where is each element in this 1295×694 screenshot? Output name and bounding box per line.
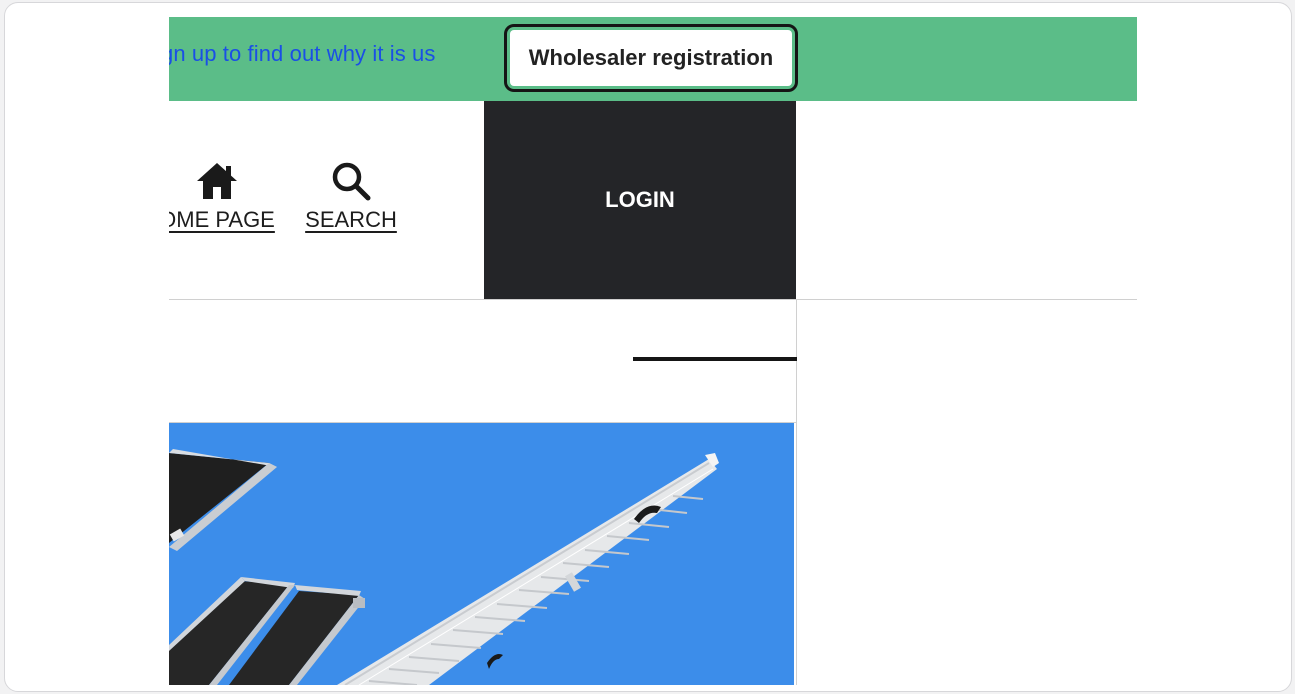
ramp-bottom-left [169, 577, 365, 685]
promo-bar: gn up to find out why it is us Wholesale… [169, 17, 1137, 101]
browser-frame: gn up to find out why it is us Wholesale… [4, 2, 1292, 692]
nav-search[interactable]: SEARCH [301, 159, 401, 233]
login-button[interactable]: LOGIN [484, 101, 796, 299]
wholesaler-registration-label: Wholesaler registration [510, 30, 792, 86]
home-icon [197, 163, 237, 199]
wholesaler-registration-button[interactable]: Wholesaler registration [504, 24, 798, 92]
ramp-top-left [169, 449, 277, 551]
ramp-aluminium [337, 453, 719, 685]
login-label: LOGIN [605, 187, 675, 212]
nav-home-label: OME PAGE [169, 207, 275, 232]
search-icon [332, 162, 371, 201]
page-viewport: gn up to find out why it is us Wholesale… [169, 17, 1137, 685]
section-underline [633, 357, 797, 361]
site-header: OME PAGE SEARCH LOGIN [169, 101, 1137, 300]
signup-link[interactable]: gn up to find out why it is us [169, 41, 436, 67]
nav-home-page[interactable]: OME PAGE [169, 159, 277, 233]
product-image-ramps[interactable] [169, 423, 794, 685]
ramps-illustration [169, 449, 719, 685]
nav-search-label: SEARCH [305, 207, 397, 232]
